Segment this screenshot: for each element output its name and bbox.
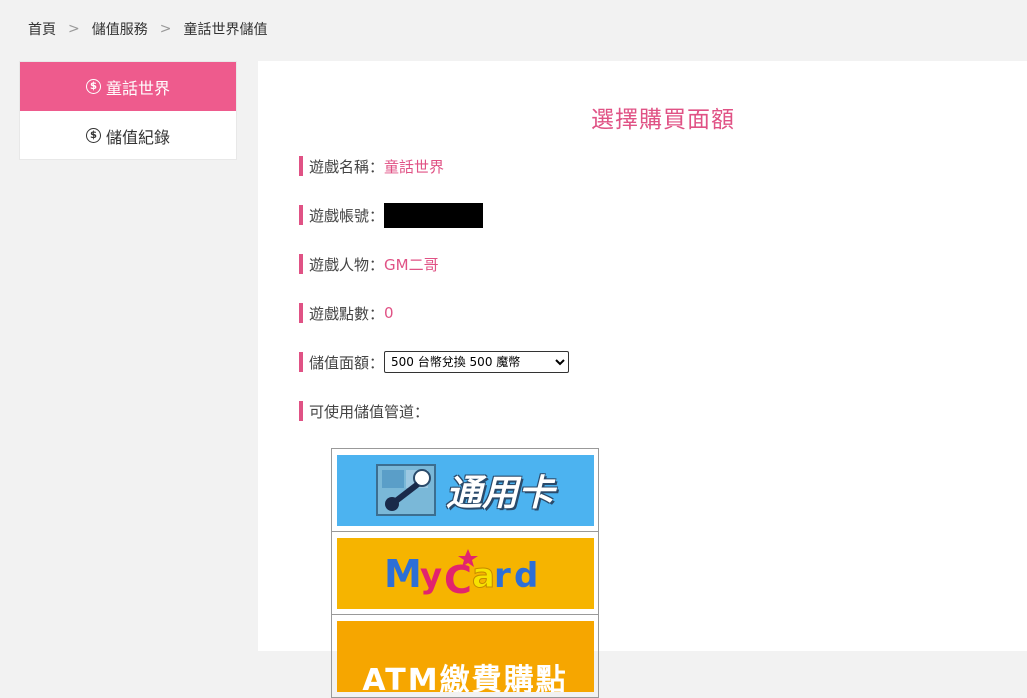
game-points-value: 0: [384, 304, 394, 322]
gash-banner: 通用卡: [336, 454, 594, 526]
accent-bar: [299, 352, 303, 372]
mycard-logo-icon: M y C a r d: [384, 549, 538, 602]
gash-banner-text: 通用卡: [445, 473, 554, 514]
channels-label: 可使用儲值管道：: [309, 402, 430, 421]
accent-bar: [299, 156, 303, 176]
atm-banner-text: ATM繳費購點: [362, 663, 568, 692]
breadcrumb: 首頁 > 儲值服務 > 童話世界儲值: [28, 18, 267, 40]
svg-text:d: d: [514, 556, 538, 596]
mycard-banner: M y C a r d: [336, 537, 594, 609]
sidebar-item-fairytale-world[interactable]: $ 童話世界: [20, 62, 236, 111]
redacted-account-value: [384, 202, 484, 228]
sidebar-item-label: 童話世界: [105, 78, 170, 98]
sidebar: $ 童話世界 $ 儲值紀錄: [19, 61, 237, 160]
amount-row: 儲值面額： 500 台幣兌換 500 魔幣: [299, 351, 570, 373]
svg-text:C: C: [444, 558, 472, 602]
payment-channel-gash[interactable]: 通用卡: [332, 449, 598, 532]
game-name-value: 童話世界: [384, 157, 445, 176]
amount-select[interactable]: 500 台幣兌換 500 魔幣: [384, 351, 570, 373]
accent-bar: [299, 205, 303, 225]
game-points-label: 遊戲點數：: [309, 304, 385, 323]
payment-channel-mycard[interactable]: M y C a r d: [332, 532, 598, 615]
game-character-row: 遊戲人物： GM二哥: [299, 254, 439, 274]
breadcrumb-home[interactable]: 首頁: [28, 19, 56, 39]
atm-banner: ATM繳費購點: [336, 620, 594, 692]
breadcrumb-separator: >: [68, 21, 80, 37]
svg-text:M: M: [384, 552, 422, 596]
sidebar-item-label: 儲值紀錄: [105, 127, 170, 147]
game-account-row: 遊戲帳號：: [299, 202, 484, 228]
accent-bar: [299, 303, 303, 323]
gash-key-logo-icon: [375, 464, 436, 516]
game-name-row: 遊戲名稱： 童話世界: [299, 156, 444, 176]
game-character-value: GM二哥: [384, 255, 439, 274]
amount-label: 儲值面額：: [309, 353, 385, 372]
game-points-row: 遊戲點數： 0: [299, 303, 394, 323]
channels-row: 可使用儲值管道：: [299, 401, 429, 421]
accent-bar: [299, 254, 303, 274]
payment-channel-list: 通用卡 M y C a r d ATM繳費購點: [331, 448, 599, 698]
game-character-label: 遊戲人物：: [309, 255, 385, 274]
breadcrumb-current: 童話世界儲值: [183, 22, 268, 38]
main-panel: 選擇購買面額 遊戲名稱： 童話世界 遊戲帳號： 遊戲人物： GM二哥 遊戲點數：…: [258, 61, 1027, 698]
page-title: 選擇購買面額: [591, 107, 735, 133]
dollar-coin-icon: $: [85, 79, 101, 94]
svg-text:a: a: [472, 556, 495, 596]
game-account-label: 遊戲帳號：: [309, 206, 385, 225]
payment-channel-atm[interactable]: ATM繳費購點: [332, 615, 598, 698]
game-name-label: 遊戲名稱：: [309, 157, 385, 176]
breadcrumb-separator: >: [159, 21, 172, 37]
breadcrumb-storage-service[interactable]: 儲值服務: [92, 19, 148, 39]
dollar-coin-icon: $: [85, 128, 101, 143]
svg-text:y: y: [420, 556, 442, 596]
sidebar-item-storage-records[interactable]: $ 儲值紀錄: [20, 111, 236, 160]
accent-bar: [299, 401, 303, 421]
svg-text:r: r: [494, 556, 511, 596]
